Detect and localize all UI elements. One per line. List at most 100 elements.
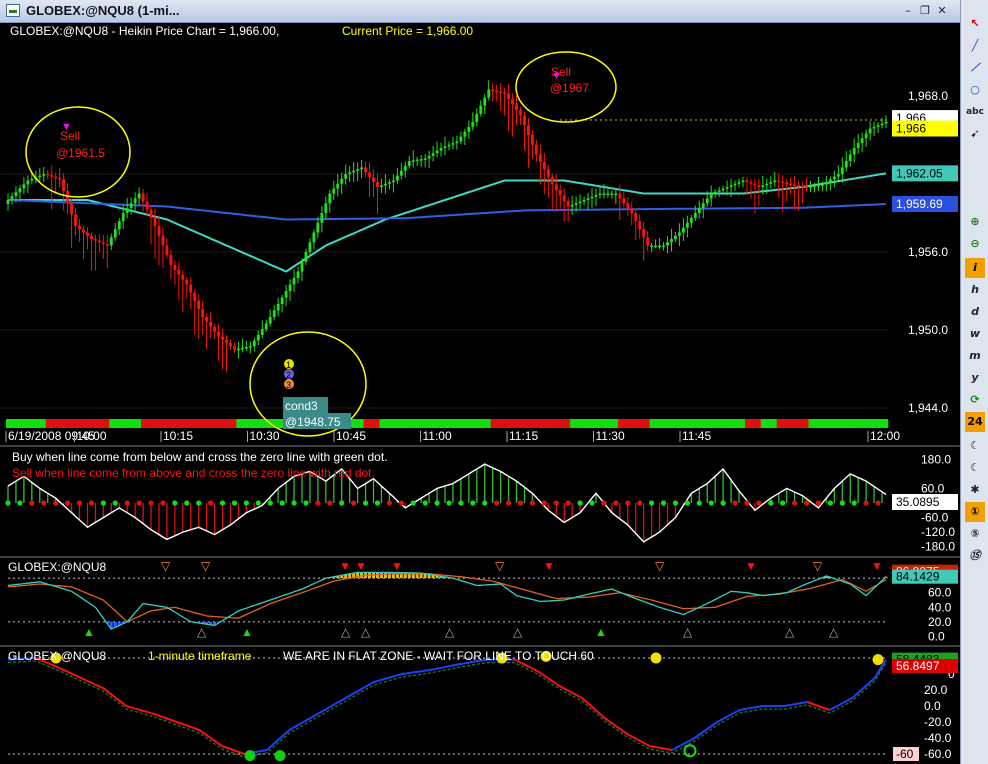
osc-zero-dot [160, 500, 166, 506]
interval-h-icon[interactable]: h [965, 280, 985, 300]
trend-bar-cell [160, 419, 166, 428]
zone-line-seg [283, 731, 288, 736]
interval-w-icon[interactable]: w [965, 324, 985, 344]
window-titlebar[interactable]: GLOBEX:@NQU8 (1-mi... – ❐ ✕ [0, 0, 960, 23]
zone-line-seg [311, 714, 316, 719]
interval-24-icon[interactable]: 24 [965, 412, 985, 432]
close-icon[interactable]: ✕ [934, 3, 950, 18]
candle-body [399, 170, 403, 176]
candle-body [447, 144, 451, 147]
zone-line-seg [646, 743, 651, 747]
ellipse-tool-icon[interactable]: ○ [965, 80, 985, 100]
trend-bar-cell [355, 419, 360, 428]
candle-body [785, 182, 789, 184]
interval-m-icon[interactable]: m [965, 346, 985, 366]
candle-body [372, 177, 375, 183]
candle-body [618, 193, 622, 199]
zone-line-seg [201, 731, 206, 735]
osc-zero-dot [208, 500, 214, 506]
stoch-up-arrow: △ [785, 625, 795, 639]
marker-2-label: 2 [286, 370, 291, 380]
trend-bar-cell [538, 419, 543, 428]
osc-zero-dot [637, 500, 643, 506]
interval-i-icon[interactable]: i [965, 258, 985, 278]
candle-body [836, 174, 840, 177]
zone-line-seg [696, 733, 701, 737]
trend-bar-cell [411, 419, 416, 428]
candle-body [221, 336, 224, 340]
refresh-icon[interactable]: ⟳ [965, 390, 985, 410]
zone-line-seg [806, 701, 811, 704]
trend-bar-cell [216, 419, 221, 428]
heikin-ashi-candles [6, 80, 888, 372]
trend-bar-cell [840, 419, 845, 428]
zone-line-seg [615, 725, 620, 729]
trend-bar-cell [605, 419, 611, 428]
trend-bar-cell [6, 419, 11, 428]
zone-line-seg [620, 729, 625, 733]
candle-body [411, 160, 415, 162]
zone-line-seg [105, 689, 110, 694]
zone-tick: 0.0 [924, 699, 941, 713]
zone-line-seg [224, 746, 228, 749]
trend-bar-cell [625, 419, 630, 428]
candle-body [10, 196, 14, 200]
zone-timeframe: 1-minute timeframe [148, 649, 252, 663]
candle-body [622, 198, 626, 204]
interval-5-icon[interactable]: ⑤ [965, 524, 985, 544]
interval-15-icon[interactable]: ⑮ [965, 546, 985, 566]
ray-tool-icon[interactable]: ⟋ [965, 58, 985, 78]
candle-body [801, 185, 805, 188]
stochastic-axis: 60.040.020.00.086.927584.1429 [892, 564, 958, 643]
moon-icon[interactable]: ☾ [965, 436, 985, 456]
interval-y-icon[interactable]: y [965, 368, 985, 388]
osc-zero-dot [29, 500, 35, 506]
pointer-icon[interactable]: ➹ [965, 124, 985, 144]
trend-bar-cell [522, 419, 527, 428]
trend-bar-cell [542, 419, 547, 428]
zone-line-seg [637, 739, 642, 743]
trend-bar-cell [184, 419, 189, 428]
zone-line-seg [165, 717, 169, 720]
zone-line-seg [733, 710, 738, 714]
line-tool-icon[interactable]: ╱ [965, 36, 985, 56]
time-label: 10:15 [163, 429, 193, 443]
candle-body [236, 348, 240, 351]
star-icon[interactable]: ✱ [965, 480, 985, 500]
price-tick: 1,956.0 [908, 245, 948, 259]
osc-zero-dot [386, 500, 392, 506]
candle-body [681, 227, 685, 233]
moon-alt-icon[interactable]: ☾ [965, 458, 985, 478]
trend-bar-cell [244, 419, 249, 428]
zone-line-seg [604, 717, 608, 721]
zone-line-seg [359, 687, 364, 691]
zone-line-seg [179, 722, 183, 725]
candle-body [42, 174, 46, 176]
cursor-icon[interactable]: ↖ [965, 14, 985, 34]
trend-bar-cell [677, 419, 682, 428]
trend-bar-cell [772, 419, 777, 428]
zone-line-seg [204, 733, 209, 737]
zone-line-seg [592, 707, 597, 712]
candle-body [364, 167, 367, 173]
trend-bar-cell [81, 419, 86, 428]
zoom-in-icon[interactable]: ⊕ [965, 212, 985, 232]
trend-bar-cell [733, 419, 738, 428]
candle-body [395, 175, 399, 181]
interval-d-icon[interactable]: d [965, 302, 985, 322]
zoom-out-icon[interactable]: ⊖ [965, 234, 985, 254]
interval-1-icon[interactable]: ① [965, 502, 985, 522]
trend-bar-cell [419, 419, 424, 428]
candle-body [419, 159, 423, 161]
candle-body [868, 128, 872, 134]
restore-icon[interactable]: ❐ [917, 3, 933, 18]
candle-body [864, 133, 868, 139]
trend-bar-cell [510, 419, 515, 428]
minimize-icon[interactable]: – [900, 3, 916, 18]
zone-line-seg [215, 741, 220, 745]
stoch-down-arrow: ▽ [201, 559, 211, 573]
stoch-up-arrow: △ [829, 625, 839, 639]
zone-line-seg [812, 703, 816, 706]
text-tool-icon[interactable]: abc [965, 102, 985, 122]
stoch-tick: 20.0 [928, 615, 952, 629]
